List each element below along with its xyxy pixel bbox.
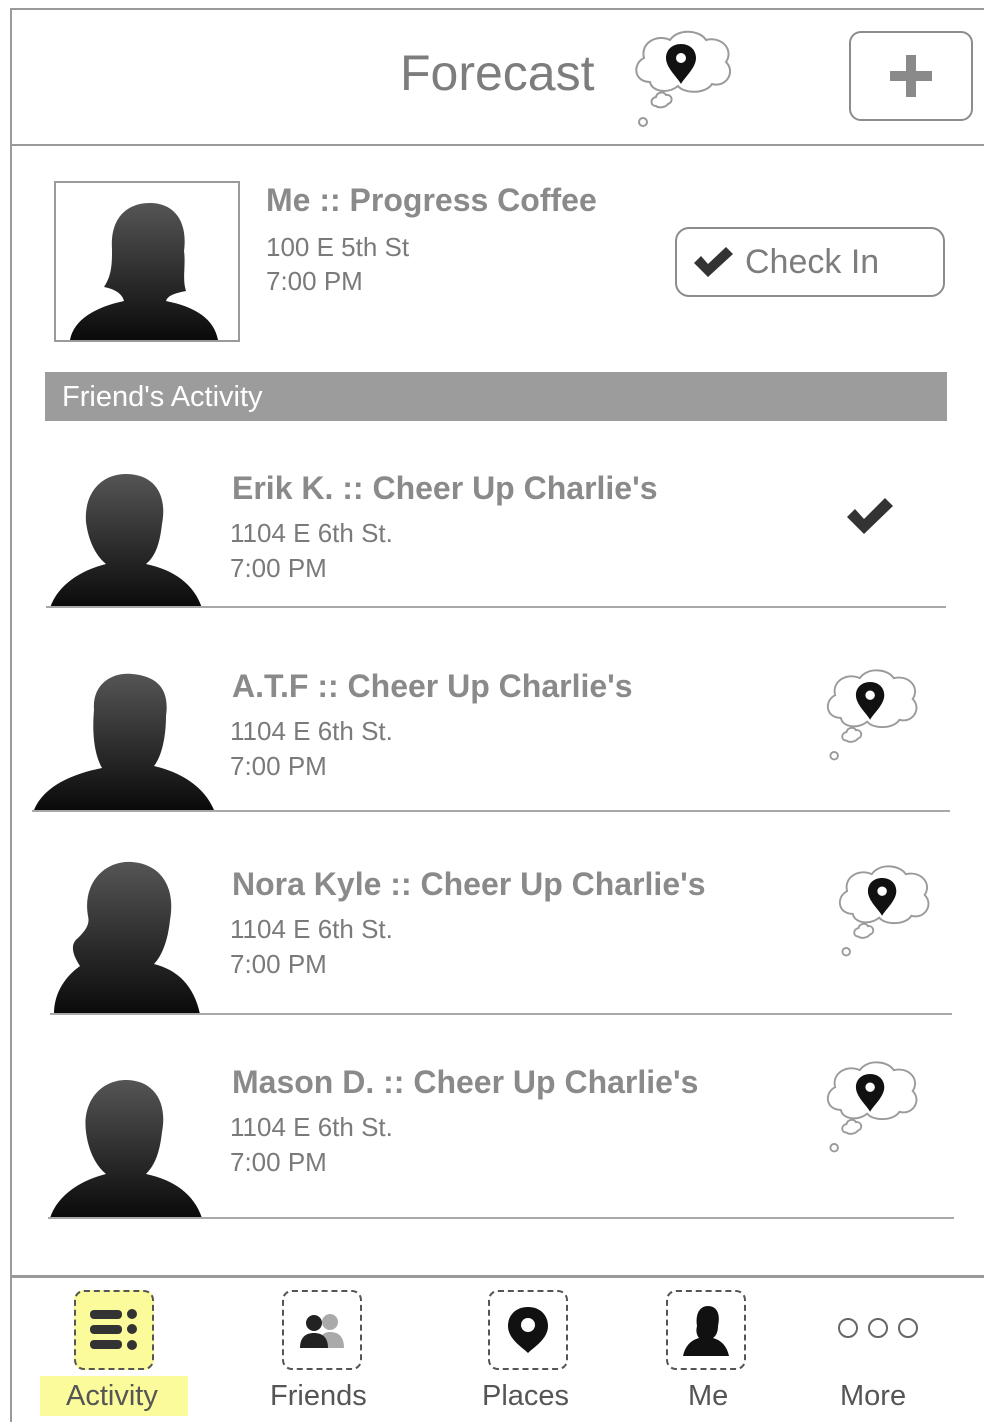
section-title: Friend's Activity [62, 381, 263, 413]
avatar[interactable] [54, 181, 240, 342]
friend-address: 1104 E 6th St. [230, 1112, 393, 1142]
more-dots-icon [836, 1316, 920, 1345]
friend-address: 1104 E 6th St. [230, 914, 393, 944]
friend-title: Nora Kyle :: Cheer Up Charlie's [232, 866, 706, 902]
me-time: 7:00 PM [266, 266, 363, 296]
checkmark-icon [844, 496, 896, 541]
friend-title: Erik K. :: Cheer Up Charlie's [232, 470, 658, 506]
friend-title: A.T.F :: Cheer Up Charlie's [232, 668, 633, 704]
header-divider [12, 144, 984, 146]
thought-cloud-pin-icon [820, 1056, 924, 1165]
friends-icon [282, 1290, 362, 1370]
thought-cloud-pin-icon [832, 860, 936, 969]
friend-time: 7:00 PM [230, 949, 327, 979]
avatar [46, 466, 218, 608]
plus-icon [890, 55, 932, 97]
tab-more[interactable]: More [800, 1288, 960, 1418]
tab-me[interactable]: Me [628, 1288, 788, 1418]
me-address: 100 E 5th St [266, 232, 410, 262]
tab-label: Friends [270, 1380, 367, 1412]
friend-time: 7:00 PM [230, 1147, 327, 1177]
thought-cloud-pin-icon [820, 664, 924, 773]
avatar [50, 858, 222, 1014]
list-icon [74, 1290, 154, 1370]
tab-label: Places [482, 1380, 570, 1412]
tab-places[interactable]: Places [450, 1288, 610, 1418]
thought-cloud-pin-icon [628, 28, 738, 137]
friend-time: 7:00 PM [230, 553, 327, 583]
list-item[interactable]: Mason D. :: Cheer Up Charlie's 1104 E 6t… [30, 1054, 960, 1220]
avatar [32, 670, 220, 810]
tab-label: Activity [66, 1380, 158, 1412]
me-title: Me :: Progress Coffee [266, 182, 597, 218]
list-item[interactable]: A.T.F :: Cheer Up Charlie's 1104 E 6th S… [30, 658, 960, 814]
tab-bar-divider [12, 1275, 984, 1278]
section-header: Friend's Activity [45, 372, 947, 421]
list-item[interactable]: Erik K. :: Cheer Up Charlie's 1104 E 6th… [30, 460, 960, 612]
friend-time: 7:00 PM [230, 751, 327, 781]
checkmark-icon [694, 247, 733, 277]
row-divider [46, 606, 946, 608]
list-item[interactable]: Nora Kyle :: Cheer Up Charlie's 1104 E 6… [30, 856, 960, 1016]
row-divider [48, 1217, 954, 1219]
tab-friends[interactable]: Friends [242, 1288, 402, 1418]
row-divider [32, 810, 950, 812]
friend-address: 1104 E 6th St. [230, 518, 393, 548]
tab-activity[interactable]: Activity [38, 1288, 198, 1418]
tab-label: Me [688, 1380, 729, 1412]
add-button[interactable] [849, 31, 973, 121]
row-divider [50, 1013, 952, 1015]
check-in-button[interactable]: Check In [675, 227, 945, 297]
check-in-label: Check In [745, 242, 880, 281]
tab-label: More [840, 1380, 907, 1412]
friend-title: Mason D. :: Cheer Up Charlie's [232, 1064, 699, 1100]
page-title: Forecast [400, 45, 595, 101]
avatar [46, 1076, 220, 1218]
friend-address: 1104 E 6th St. [230, 716, 393, 746]
person-icon [666, 1290, 746, 1370]
map-pin-icon [488, 1290, 568, 1370]
